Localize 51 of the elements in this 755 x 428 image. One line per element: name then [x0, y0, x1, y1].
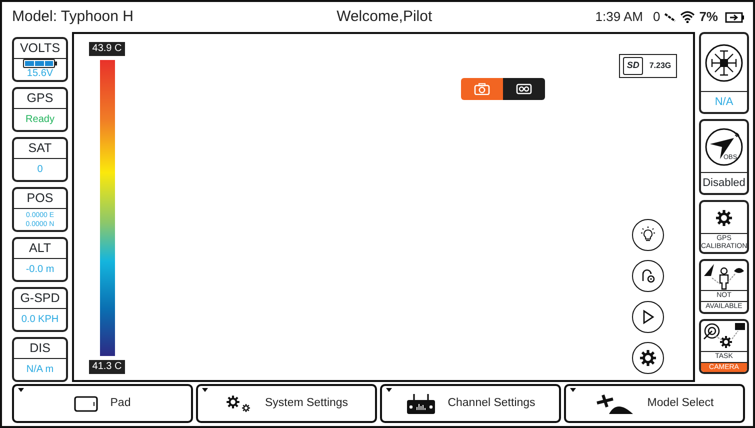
tile-value: -0.0 m [26, 264, 54, 276]
battery-icon [725, 12, 745, 22]
camera-icon [474, 83, 490, 95]
remote-control-icon [406, 392, 436, 414]
satellite-icon [664, 12, 676, 22]
video-icon [516, 83, 532, 95]
min-temperature: 41.3 C [89, 360, 125, 374]
welcome-text: Welcome,Pilot [336, 6, 434, 27]
tile-caption: N/A [701, 91, 747, 112]
tile-label: POS [14, 189, 66, 209]
task-camera-icon [702, 321, 746, 351]
play-button[interactable] [632, 301, 664, 333]
satellite-count: 0 [652, 8, 660, 26]
drone-icon [704, 42, 744, 82]
lock-button[interactable] [632, 260, 664, 292]
clock: 1:39 AM [595, 8, 643, 26]
tile-value: 0 [37, 164, 43, 176]
aircraft-landing-icon [595, 392, 636, 414]
model-tab[interactable]: Model Select [564, 384, 745, 423]
wifi-icon [680, 11, 696, 23]
storage-free: 7.23G [649, 60, 672, 72]
settings-icon [638, 348, 658, 368]
gear-button[interactable] [632, 342, 664, 374]
settings-tab[interactable]: System Settings [196, 384, 377, 423]
tile-label: G-SPD [14, 289, 66, 309]
tile-value: 0.0 KPH [21, 314, 59, 326]
tile-caption: Disabled [701, 172, 747, 193]
tile-value: Ready [26, 114, 54, 126]
dropdown-marker-icon [386, 388, 392, 392]
dropdown-marker-icon [570, 388, 576, 392]
max-temperature: 43.9 C [89, 42, 125, 56]
battery-percent: 7% [699, 8, 718, 26]
dropdown-marker-icon [18, 388, 24, 392]
tile-label: ALT [14, 239, 66, 259]
remote-tab[interactable]: Channel Settings [380, 384, 561, 423]
gears-icon [224, 394, 253, 414]
follow-me-icon [702, 262, 746, 290]
tile-label: DIS [14, 339, 66, 359]
video-mode-button[interactable] [503, 78, 545, 100]
sd-card-label: SD [622, 57, 644, 74]
tile-label: GPS [14, 89, 66, 109]
battery-icon [23, 59, 57, 68]
gear-icon [714, 208, 734, 228]
tile-value: N/A m [26, 364, 54, 376]
pad-tab[interactable]: Pad [12, 384, 193, 423]
tablet-icon [74, 396, 98, 412]
tile-label: SAT [14, 139, 66, 159]
tile-value: 15.6V [26, 68, 54, 80]
model-name: Model: Typhoon H [12, 6, 134, 27]
light-button[interactable] [632, 219, 664, 251]
dropdown-marker-icon [202, 388, 208, 392]
